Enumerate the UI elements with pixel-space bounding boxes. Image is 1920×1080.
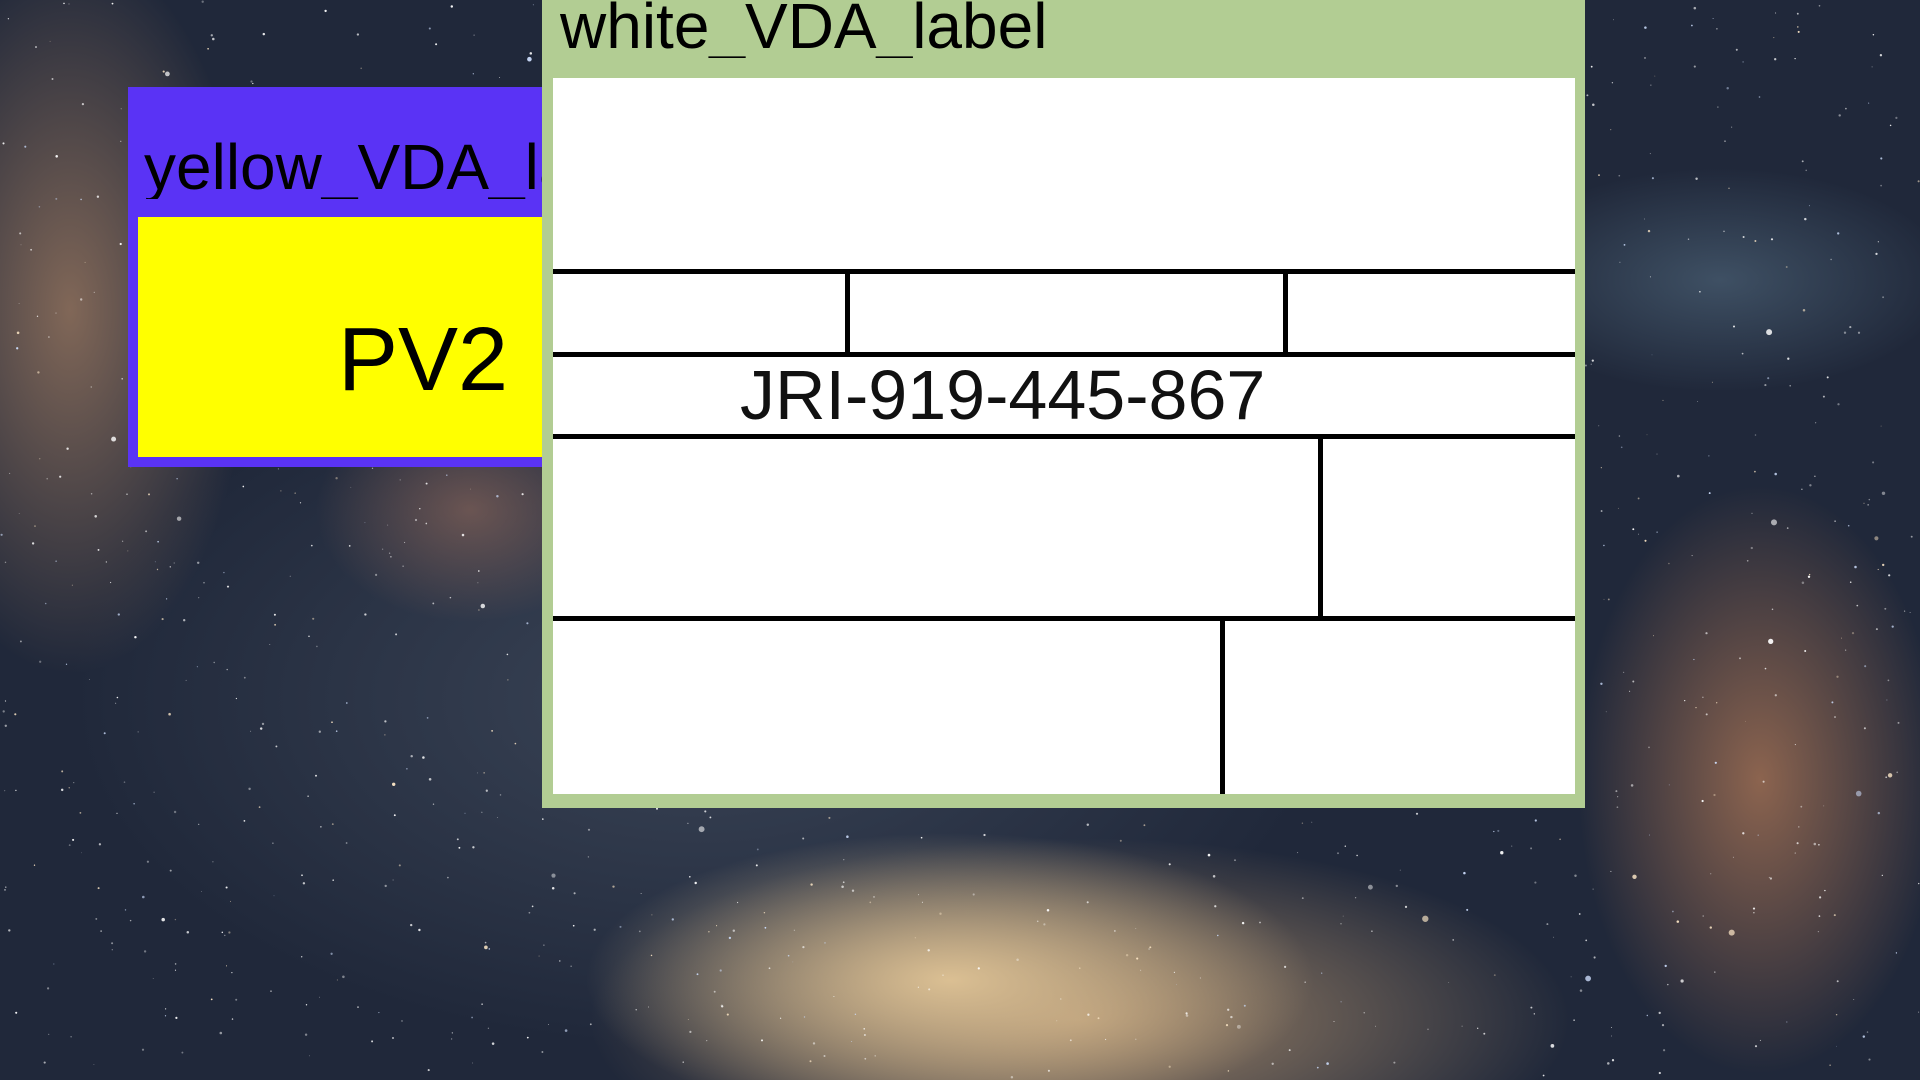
yellow-vda-window[interactable]: yellow_VDA_label PV2 xyxy=(128,87,568,467)
yellow-window-title[interactable]: yellow_VDA_label xyxy=(144,135,564,199)
white-vda-window[interactable]: white_VDA_label JRI-919-445-867 xyxy=(542,0,1585,808)
yellow-window-body: PV2 xyxy=(138,217,568,457)
grid-line xyxy=(553,616,1575,621)
grid-line xyxy=(1220,616,1225,794)
label-code-text: JRI-919-445-867 xyxy=(740,356,1266,434)
grid-line xyxy=(845,269,850,357)
grid-line xyxy=(553,269,1575,274)
yellow-window-label-text: PV2 xyxy=(338,310,509,410)
white-window-body: JRI-919-445-867 xyxy=(553,78,1575,794)
grid-line xyxy=(553,434,1575,439)
white-window-title[interactable]: white_VDA_label xyxy=(560,0,1047,58)
grid-line xyxy=(1318,434,1323,621)
grid-line xyxy=(1283,269,1288,357)
